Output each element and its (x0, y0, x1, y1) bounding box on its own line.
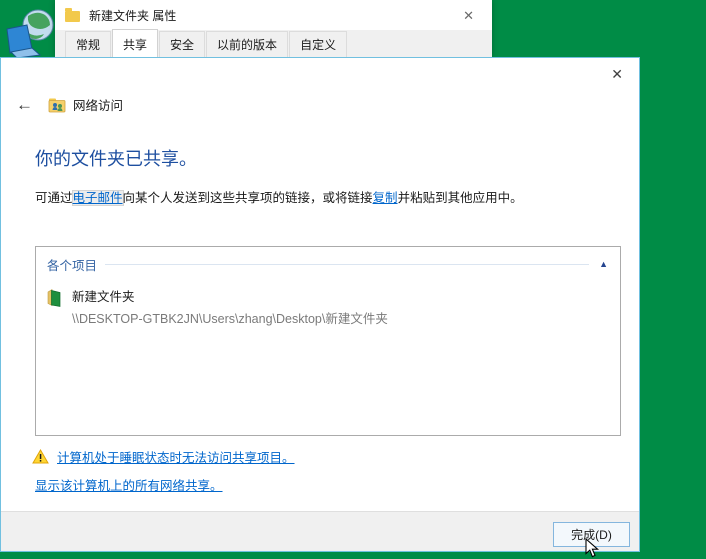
shared-item-path: \\DESKTOP-GTBK2JN\Users\zhang\Desktop\新建… (72, 312, 388, 326)
shared-folder-icon (48, 98, 66, 112)
network-computer-glyph (6, 9, 54, 59)
tab-sharing[interactable]: 共享 (112, 29, 159, 57)
wizard-instructions: 可通过电子邮件向某个人发送到这些共享项的链接，或将链接复制并粘贴到其他应用中。 (35, 187, 523, 206)
tab-general[interactable]: 常规 (65, 31, 112, 57)
shared-folder-item-icon (47, 288, 61, 307)
email-link[interactable]: 电子邮件 (72, 191, 123, 205)
warning-icon (32, 449, 49, 464)
close-icon[interactable]: ✕ (606, 64, 628, 84)
sleep-warning-row: 计算机处于睡眠状态时无法访问共享项目。 (32, 447, 295, 466)
close-icon[interactable]: ✕ (457, 6, 480, 25)
properties-titlebar[interactable]: 新建文件夹 属性 ✕ (55, 0, 492, 30)
properties-tab-strip: 常规 共享 安全 以前的版本 自定义 (65, 29, 348, 57)
group-header-rule (105, 264, 590, 265)
instructions-suffix: 并粘贴到其他应用中。 (397, 191, 523, 205)
tab-previous-versions[interactable]: 以前的版本 (206, 31, 289, 57)
instructions-middle: 向某个人发送到这些共享项的链接，或将链接 (122, 191, 373, 205)
properties-window: 新建文件夹 属性 ✕ 常规 共享 安全 以前的版本 自定义 (55, 0, 492, 57)
instructions-prefix: 可通过 (35, 191, 73, 205)
mouse-cursor (585, 538, 600, 558)
network-computer-icon[interactable] (4, 8, 62, 59)
group-header-label: 各个项目 (47, 259, 98, 273)
shared-item-row[interactable]: 新建文件夹 \\DESKTOP-GTBK2JN\Users\zhang\Desk… (36, 274, 620, 327)
wizard-footer: 完成(D) (1, 511, 639, 551)
tab-customize[interactable]: 自定义 (289, 31, 348, 57)
show-all-shares-link[interactable]: 显示该计算机上的所有网络共享。 (35, 475, 223, 494)
shared-item-name: 新建文件夹 (72, 290, 135, 304)
properties-window-title: 新建文件夹 属性 (89, 8, 177, 23)
shared-items-group: 各个项目 ▲ 新建文件夹 \\DESKTOP-GTBK2JN\Users\zha… (35, 246, 621, 436)
wizard-heading: 你的文件夹已共享。 (35, 149, 197, 169)
chevron-up-icon[interactable]: ▲ (599, 260, 608, 269)
wizard-header: ← 网络访问 (10, 95, 123, 114)
sleep-warning-link[interactable]: 计算机处于睡眠状态时无法访问共享项目。 (57, 447, 295, 466)
shared-item-text: 新建文件夹 \\DESKTOP-GTBK2JN\Users\zhang\Desk… (72, 286, 388, 327)
copy-link[interactable]: 复制 (373, 191, 398, 205)
network-access-dialog: ✕ ← 网络访问 你的文件夹已共享。 可通过电子邮件向某个人发送到这些共享项的链… (0, 57, 640, 552)
tab-security[interactable]: 安全 (159, 31, 206, 57)
group-header: 各个项目 ▲ (36, 247, 620, 274)
back-icon[interactable]: ← (10, 96, 39, 113)
folder-icon (65, 7, 80, 22)
desktop: { "colors": { "desktop_green": "#008C46"… (0, 0, 706, 558)
wizard-title: 网络访问 (73, 99, 124, 113)
